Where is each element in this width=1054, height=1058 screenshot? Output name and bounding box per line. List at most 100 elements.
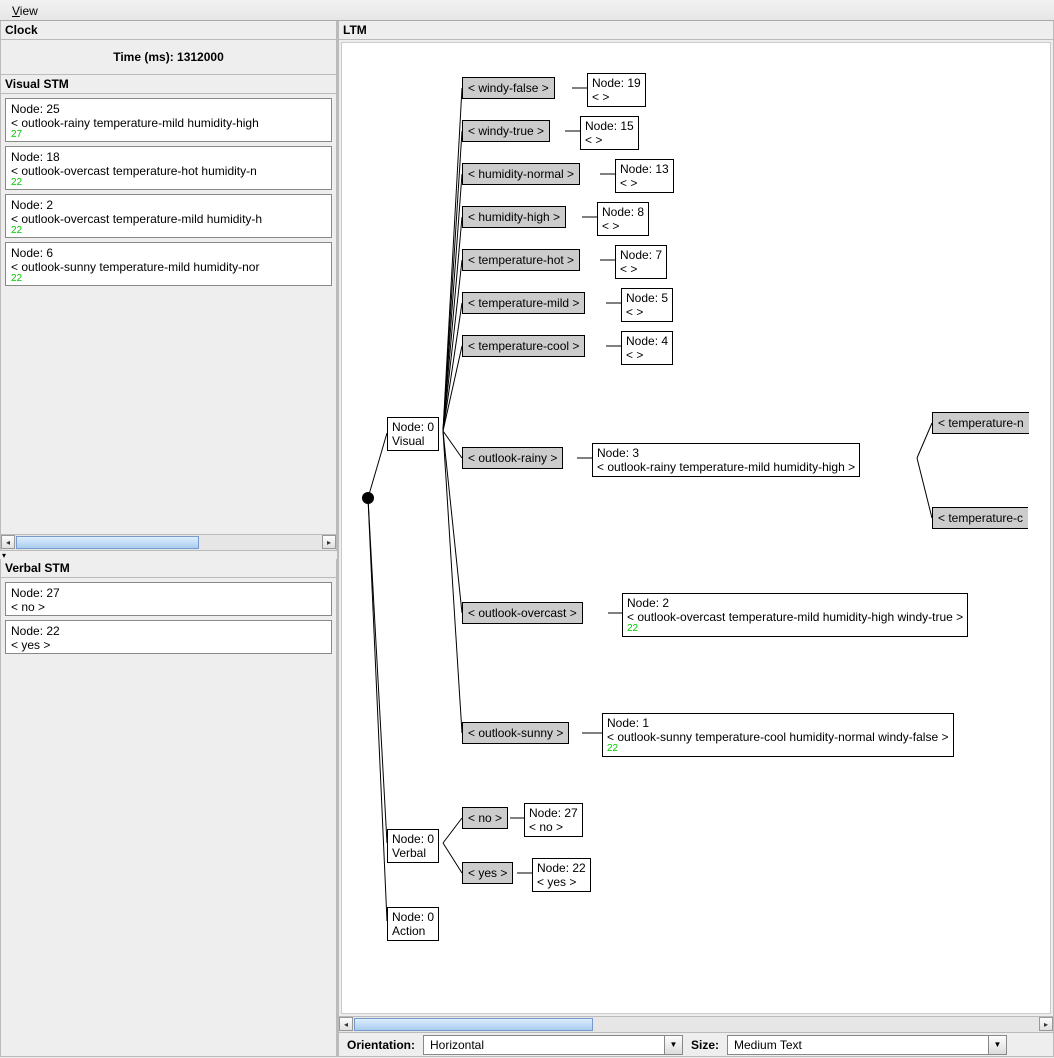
stm-node-anno: 27: [11, 130, 326, 140]
tree-node[interactable]: Node: 13 < >: [615, 159, 674, 193]
stm-node-anno: 22: [11, 274, 326, 284]
left-column: Clock Time (ms): 1312000 Visual STM Node…: [0, 21, 338, 1057]
menu-view[interactable]: View: [6, 2, 44, 20]
stm-node-anno: 22: [11, 178, 326, 188]
list-item[interactable]: Node: 25 < outlook-rainy temperature-mil…: [5, 98, 332, 142]
node-line1: Node: 7: [620, 248, 662, 262]
visual-stm-title: Visual STM: [1, 75, 336, 94]
scroll-thumb[interactable]: [354, 1018, 593, 1031]
node-line1: Node: 8: [602, 205, 644, 219]
tree-label[interactable]: < temperature-cool >: [462, 335, 585, 357]
size-label: Size:: [687, 1038, 723, 1052]
tree-label[interactable]: < temperature-mild >: [462, 292, 585, 314]
ltm-canvas-viewport[interactable]: Node: 0 Visual Node: 0 Verbal Node: 0 Ac…: [341, 42, 1051, 1014]
orientation-select[interactable]: Horizontal ▼: [423, 1035, 683, 1055]
node-line2: Action: [392, 924, 434, 938]
node-line2: < >: [585, 133, 634, 147]
list-item[interactable]: Node: 27 < no >: [5, 582, 332, 616]
node-line2: < outlook-rainy temperature-mild humidit…: [597, 460, 855, 474]
tree-node[interactable]: Node: 8 < >: [597, 202, 649, 236]
tree-node[interactable]: Node: 1 < outlook-sunny temperature-cool…: [602, 713, 954, 757]
clock-time: Time (ms): 1312000: [1, 40, 336, 74]
scroll-thumb[interactable]: [16, 536, 199, 549]
stm-node-anno: 22: [11, 226, 326, 236]
node-line2: < >: [602, 219, 644, 233]
tree-node[interactable]: Node: 22 < yes >: [532, 858, 591, 892]
clock-title: Clock: [1, 21, 336, 40]
chevron-down-icon[interactable]: ▼: [988, 1036, 1006, 1054]
ltm-canvas: Node: 0 Visual Node: 0 Verbal Node: 0 Ac…: [342, 43, 1051, 1014]
list-item[interactable]: Node: 22 < yes >: [5, 620, 332, 654]
list-item[interactable]: Node: 6 < outlook-sunny temperature-mild…: [5, 242, 332, 286]
visual-stm-list: Node: 25 < outlook-rainy temperature-mil…: [1, 94, 336, 534]
tree-node[interactable]: Node: 7 < >: [615, 245, 667, 279]
orientation-label: Orientation:: [343, 1038, 419, 1052]
size-select[interactable]: Medium Text ▼: [727, 1035, 1007, 1055]
node-line1: Node: 5: [626, 291, 668, 305]
scroll-left-icon[interactable]: ◂: [1, 535, 15, 549]
tree-node[interactable]: Node: 0 Action: [387, 907, 439, 941]
tree-label[interactable]: < outlook-rainy >: [462, 447, 563, 469]
tree-label[interactable]: < outlook-overcast >: [462, 602, 583, 624]
node-line2: < outlook-sunny temperature-cool humidit…: [607, 730, 949, 744]
tree-label[interactable]: < windy-false >: [462, 77, 555, 99]
verbal-stm-list: Node: 27 < no > Node: 22 < yes >: [1, 578, 336, 1056]
node-line1: Node: 15: [585, 119, 634, 133]
ltm-panel: LTM: [338, 21, 1054, 1057]
node-line1: Node: 27: [529, 806, 578, 820]
node-line1: Node: 19: [592, 76, 641, 90]
scroll-left-icon[interactable]: ◂: [339, 1017, 353, 1031]
list-item[interactable]: Node: 18 < outlook-overcast temperature-…: [5, 146, 332, 190]
tree-label[interactable]: < humidity-high >: [462, 206, 566, 228]
tree-node[interactable]: Node: 0 Verbal: [387, 829, 439, 863]
tree-node[interactable]: Node: 15 < >: [580, 116, 639, 150]
node-line2: < >: [626, 348, 668, 362]
ltm-controls: Orientation: Horizontal ▼ Size: Medium T…: [339, 1032, 1053, 1056]
node-line2: Verbal: [392, 846, 434, 860]
node-line2: < >: [620, 176, 669, 190]
tree-label[interactable]: < outlook-sunny >: [462, 722, 569, 744]
tree-label[interactable]: < windy-true >: [462, 120, 550, 142]
tree-label[interactable]: < no >: [462, 807, 508, 829]
scroll-track[interactable]: [354, 1018, 1038, 1031]
scroll-track[interactable]: [16, 536, 321, 549]
tree-node[interactable]: Node: 27 < no >: [524, 803, 583, 837]
tree-node[interactable]: Node: 19 < >: [587, 73, 646, 107]
main-area: Clock Time (ms): 1312000 Visual STM Node…: [0, 21, 1054, 1057]
scroll-right-icon[interactable]: ▸: [1039, 1017, 1053, 1031]
tree-label[interactable]: < temperature-n: [932, 412, 1029, 434]
tree-node[interactable]: Node: 2 < outlook-overcast temperature-m…: [622, 593, 968, 637]
node-anno: 22: [627, 624, 963, 634]
visual-stm-hscroll[interactable]: ◂ ▸: [1, 534, 336, 550]
tree-label[interactable]: < humidity-normal >: [462, 163, 580, 185]
ltm-hscroll[interactable]: ◂ ▸: [339, 1016, 1053, 1032]
tree-node[interactable]: Node: 3 < outlook-rainy temperature-mild…: [592, 443, 860, 477]
node-line1: Node: 22: [537, 861, 586, 875]
tree-node[interactable]: Node: 0 Visual: [387, 417, 439, 451]
stm-node-label: Node: 25: [11, 102, 326, 116]
node-line1: Node: 2: [627, 596, 963, 610]
tree-node[interactable]: Node: 5 < >: [621, 288, 673, 322]
node-line1: Node: 13: [620, 162, 669, 176]
node-line2: < >: [592, 90, 641, 104]
tree-label[interactable]: < yes >: [462, 862, 513, 884]
list-item[interactable]: Node: 2 < outlook-overcast temperature-m…: [5, 194, 332, 238]
clock-panel: Clock Time (ms): 1312000: [0, 21, 337, 75]
stm-node-desc: < outlook-rainy temperature-mild humidit…: [11, 116, 326, 130]
right-column: LTM: [338, 21, 1054, 1057]
chevron-down-icon[interactable]: ▼: [664, 1036, 682, 1054]
tree-label[interactable]: < temperature-hot >: [462, 249, 580, 271]
stm-node-desc: < outlook-sunny temperature-mild humidit…: [11, 260, 326, 274]
scroll-right-icon[interactable]: ▸: [322, 535, 336, 549]
tree-label[interactable]: < temperature-c: [932, 507, 1028, 529]
tree-node[interactable]: Node: 4 < >: [621, 331, 673, 365]
node-line1: Node: 4: [626, 334, 668, 348]
visual-stm-panel: Visual STM Node: 25 < outlook-rainy temp…: [0, 75, 337, 551]
stm-node-label: Node: 6: [11, 246, 326, 260]
splitter-handle-icon[interactable]: ▾: [0, 551, 337, 559]
node-line2: Visual: [392, 434, 434, 448]
stm-node-label: Node: 27: [11, 586, 326, 600]
stm-node-label: Node: 18: [11, 150, 326, 164]
node-line1: Node: 3: [597, 446, 855, 460]
stm-node-desc: < yes >: [11, 638, 326, 652]
